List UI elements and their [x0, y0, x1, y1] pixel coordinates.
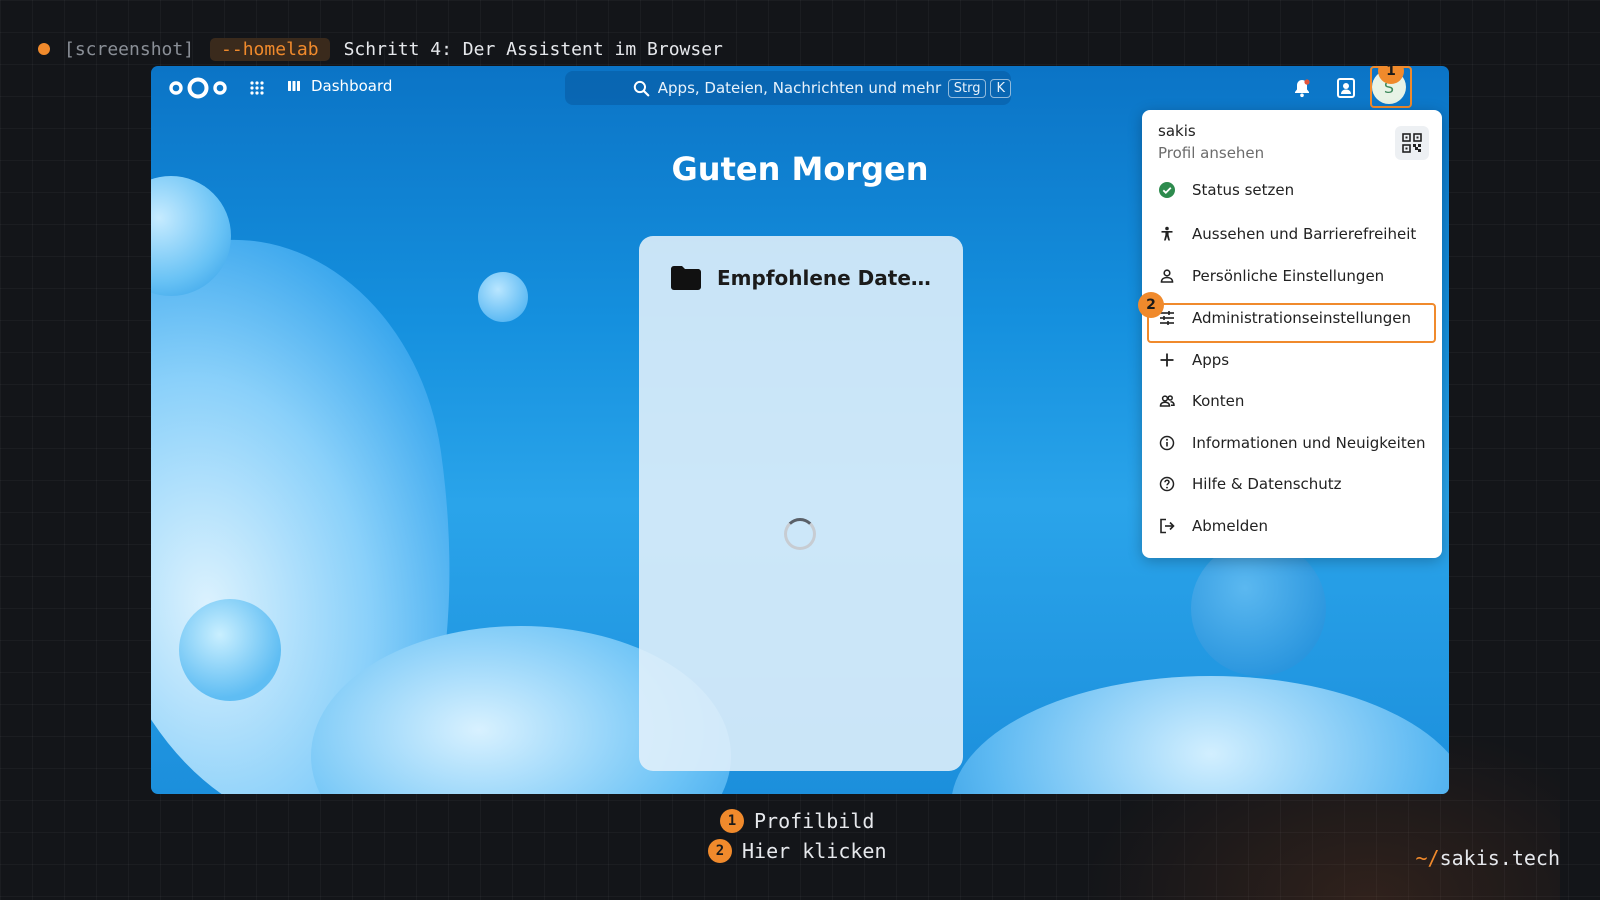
site-name: sakis.tech: [1439, 846, 1560, 870]
menu-item-apps[interactable]: Apps: [1142, 340, 1442, 380]
search-icon: [633, 80, 650, 96]
legend-number: 1: [720, 809, 744, 833]
top-navigation: Dashboard Apps, Dateien, Nachrichten und…: [151, 66, 1449, 110]
accounts-icon: [1159, 395, 1175, 407]
step-badge-2: 2: [1138, 292, 1164, 318]
site-prefix: ~/: [1415, 846, 1440, 870]
annotation-legend: 1 Profilbild 2 Hier klicken: [708, 806, 887, 866]
menu-item-logout[interactable]: Abmelden: [1142, 506, 1442, 546]
menu-item-help[interactable]: Hilfe & Datenschutz: [1142, 464, 1442, 504]
dashboard-link[interactable]: Dashboard: [288, 77, 392, 95]
legend-number: 2: [708, 839, 732, 863]
qr-code-icon: [1402, 133, 1422, 153]
background-swirl: [951, 676, 1449, 794]
shortcut-key-k: K: [990, 78, 1011, 98]
user-menu-profile[interactable]: sakis Profil ansehen: [1158, 122, 1264, 162]
widget-title[interactable]: Empfohlene Date…: [717, 266, 931, 290]
status-check-icon: [1159, 182, 1175, 198]
background-bubble: [1191, 541, 1326, 676]
legend-text: Profilbild: [754, 809, 875, 833]
menu-item-appearance[interactable]: Aussehen und Barrierefreiheit: [1142, 214, 1442, 254]
menu-item-info[interactable]: Informationen und Neuigkeiten: [1142, 423, 1442, 463]
recommended-files-widget: Empfohlene Date…: [639, 236, 963, 771]
loading-spinner: [784, 518, 816, 550]
menu-item-label: Hilfe & Datenschutz: [1192, 475, 1342, 493]
notifications-bell-icon[interactable]: [1292, 78, 1312, 98]
person-icon: [1160, 269, 1174, 283]
username: sakis: [1158, 122, 1196, 140]
background-bubble: [179, 599, 281, 701]
menu-item-label: Abmelden: [1192, 517, 1269, 535]
view-profile-link[interactable]: Profil ansehen: [1158, 144, 1264, 162]
caption-line: [screenshot] --homelab Schritt 4: Der As…: [38, 37, 723, 61]
menu-item-accounts[interactable]: Konten: [1142, 381, 1442, 421]
plus-icon: [1160, 353, 1174, 367]
caption-dot: [38, 43, 50, 55]
shortcut-key-strg: Strg: [947, 78, 987, 98]
menu-item-label: Persönliche Einstellungen: [1192, 267, 1385, 285]
caption-title: Schritt 4: Der Assistent im Browser: [343, 38, 723, 60]
legend-row: 2 Hier klicken: [708, 836, 887, 866]
unified-search[interactable]: Apps, Dateien, Nachrichten und mehr Strg…: [565, 71, 1011, 105]
user-menu: sakis Profil ansehen Status setzen Ausse…: [1138, 110, 1442, 558]
contacts-icon[interactable]: [1336, 77, 1356, 99]
menu-item-label: Aussehen und Barrierefreiheit: [1192, 225, 1417, 243]
admin-settings-highlight: [1147, 303, 1436, 343]
site-footer: ~/sakis.tech: [1415, 846, 1560, 870]
menu-item-personal-settings[interactable]: Persönliche Einstellungen: [1142, 256, 1442, 296]
folder-icon: [671, 266, 701, 290]
menu-item-label: Informationen und Neuigkeiten: [1192, 434, 1426, 452]
dashboard-icon: [288, 81, 300, 91]
caption-chip: --homelab: [210, 37, 330, 61]
nextcloud-screenshot: Dashboard Apps, Dateien, Nachrichten und…: [151, 66, 1449, 794]
nextcloud-logo-icon[interactable]: [167, 76, 229, 100]
search-placeholder: Apps, Dateien, Nachrichten und mehr: [657, 79, 942, 97]
app-grid-icon[interactable]: [249, 80, 265, 96]
background-bubble: [478, 272, 528, 322]
legend-row: 1 Profilbild: [720, 806, 887, 836]
dashboard-label: Dashboard: [311, 77, 393, 95]
menu-item-label: Apps: [1192, 351, 1230, 369]
menu-item-label: Status setzen: [1192, 181, 1295, 199]
menu-item-status[interactable]: Status setzen: [1142, 170, 1442, 210]
info-icon: [1159, 435, 1175, 451]
qr-code-button[interactable]: [1395, 126, 1429, 160]
widget-header: Empfohlene Date…: [671, 266, 931, 290]
menu-item-label: Konten: [1192, 392, 1245, 410]
logout-icon: [1160, 518, 1175, 534]
legend-text: Hier klicken: [742, 839, 887, 863]
accessibility-icon: [1161, 226, 1173, 241]
help-icon: [1159, 476, 1175, 492]
caption-tag: [screenshot]: [64, 38, 195, 60]
